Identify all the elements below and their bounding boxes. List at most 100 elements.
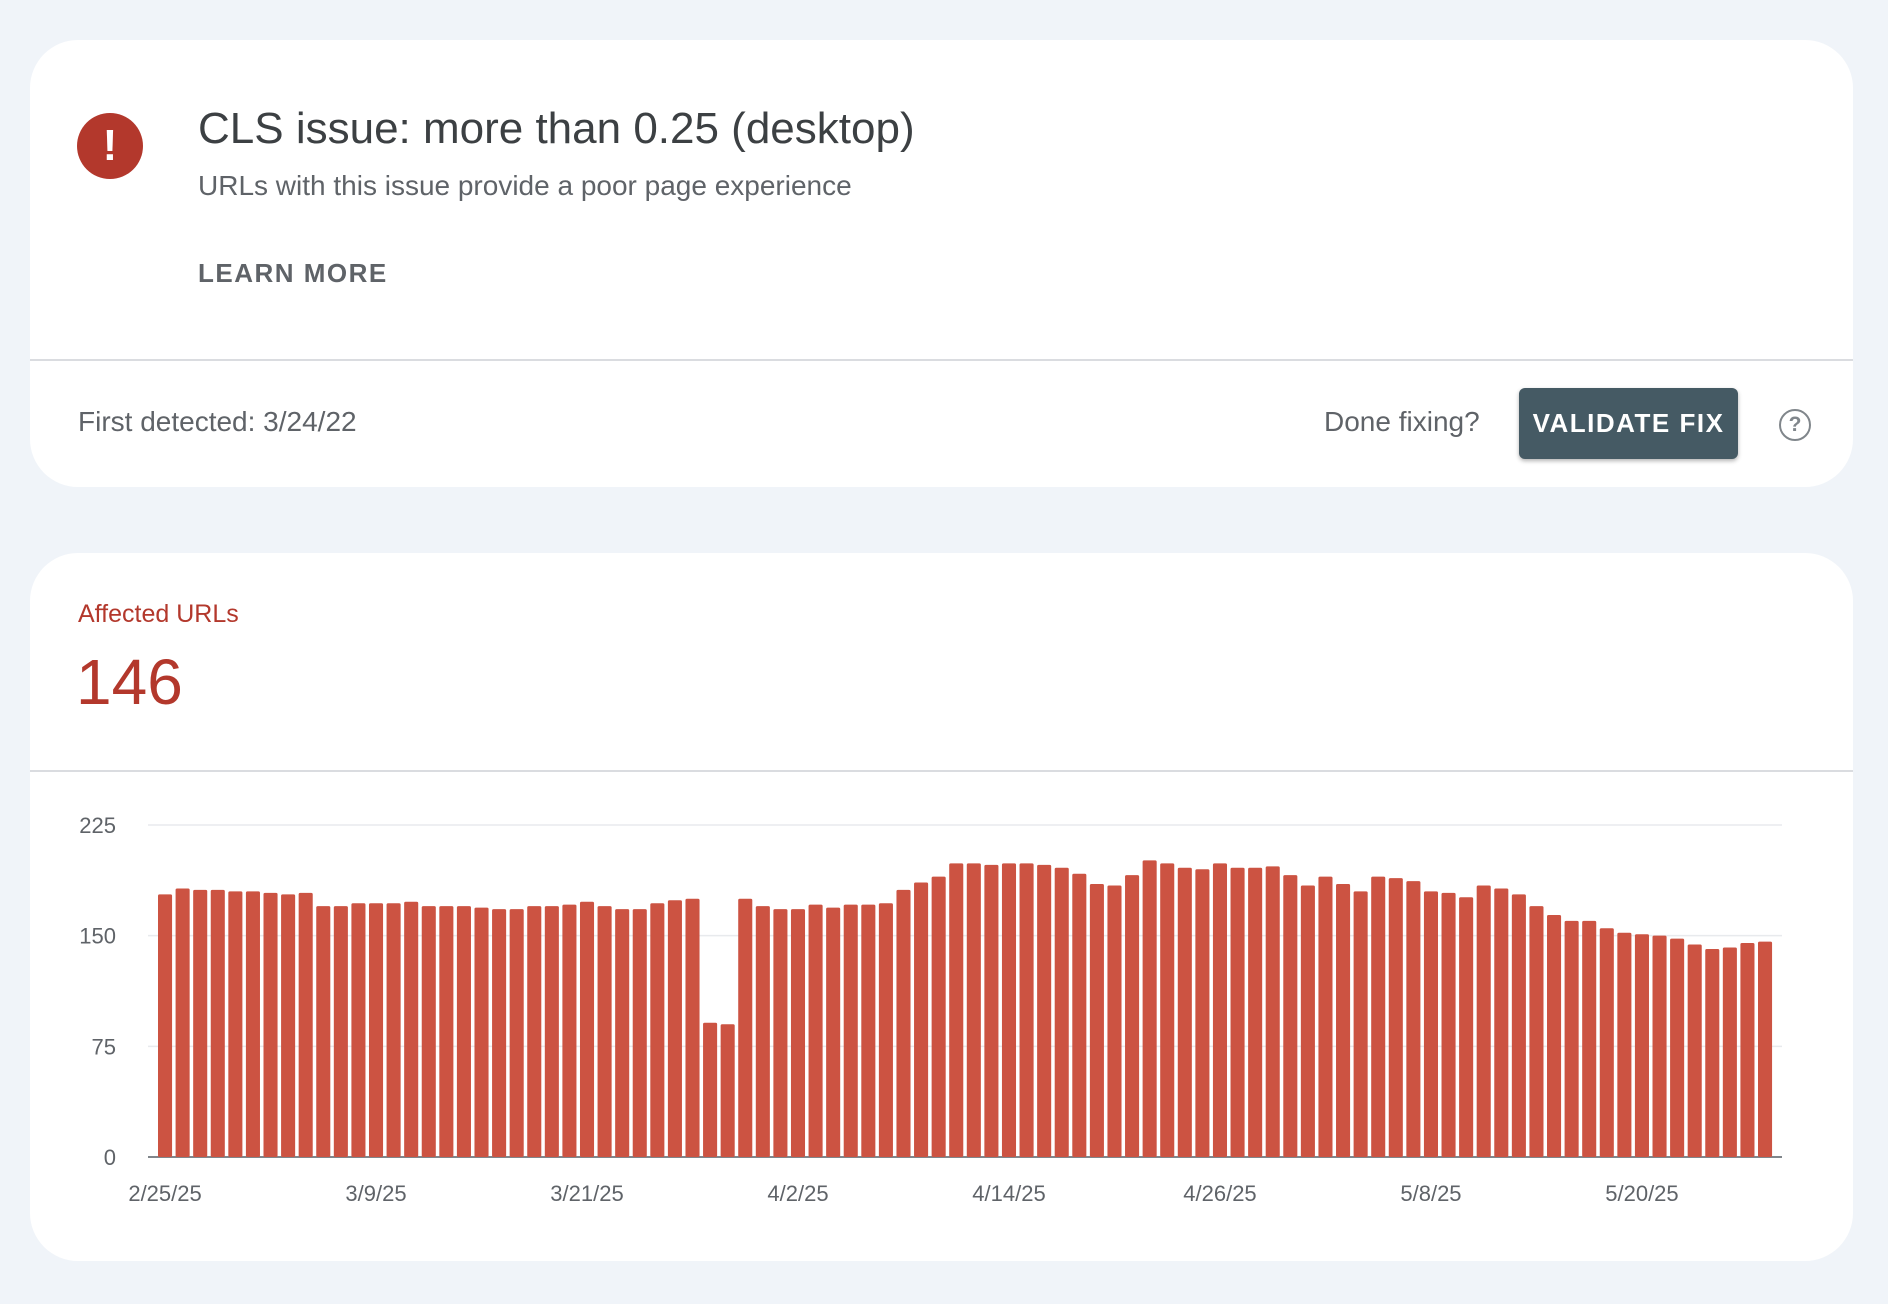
chart-bar[interactable] (1740, 943, 1755, 1157)
chart-bar[interactable] (1652, 935, 1667, 1157)
chart-bar[interactable] (175, 888, 190, 1157)
x-tick-label: 4/2/25 (767, 1181, 828, 1206)
chart-bar[interactable] (755, 906, 770, 1157)
chart-bar[interactable] (1283, 875, 1298, 1157)
chart-bar[interactable] (421, 906, 436, 1157)
chart-bar[interactable] (1459, 897, 1474, 1157)
chart-bar[interactable] (298, 892, 313, 1157)
chart-bar[interactable] (1300, 885, 1315, 1157)
chart-bar[interactable] (720, 1024, 735, 1157)
chart-bar[interactable] (1758, 941, 1773, 1157)
chart-bar[interactable] (703, 1022, 718, 1157)
chart-bar[interactable] (826, 907, 841, 1157)
chart-bar[interactable] (1336, 884, 1351, 1157)
chart-bar[interactable] (1371, 876, 1386, 1157)
chart-bar[interactable] (1476, 885, 1491, 1157)
chart-bar[interactable] (1107, 885, 1122, 1157)
chart-bar[interactable] (685, 898, 700, 1157)
chart-bar[interactable] (263, 892, 278, 1157)
chart-bar[interactable] (667, 900, 682, 1157)
chart-bar[interactable] (808, 904, 823, 1157)
chart-bar[interactable] (368, 903, 384, 1157)
chart-bar[interactable] (386, 903, 401, 1157)
chart-bar[interactable] (843, 904, 858, 1157)
chart-bar[interactable] (1441, 892, 1456, 1157)
chart-bar[interactable] (790, 909, 806, 1157)
chart-bar[interactable] (562, 904, 577, 1157)
chart-bar[interactable] (1001, 863, 1017, 1157)
chart-bar[interactable] (966, 863, 981, 1157)
chart-bar[interactable] (1617, 932, 1632, 1157)
chart-bar[interactable] (509, 909, 524, 1157)
chart-bar[interactable] (474, 907, 489, 1157)
chart-bar[interactable] (1634, 934, 1649, 1157)
chart-bar[interactable] (333, 906, 348, 1157)
chart-bar[interactable] (1019, 863, 1034, 1157)
x-tick-label: 2/25/25 (128, 1181, 201, 1206)
chart-bar[interactable] (1230, 867, 1245, 1157)
chart-bar[interactable] (1582, 920, 1597, 1157)
chart-bar[interactable] (1529, 906, 1544, 1157)
chart-bar[interactable] (773, 909, 788, 1157)
x-tick-label: 3/21/25 (550, 1181, 623, 1206)
chart-bar[interactable] (1705, 948, 1720, 1157)
chart-bar[interactable] (351, 903, 366, 1157)
chart-bar[interactable] (1142, 860, 1157, 1157)
chart-bar[interactable] (1494, 888, 1509, 1157)
chart-bar[interactable] (544, 906, 559, 1157)
chart-bar[interactable] (914, 882, 929, 1157)
chart-bar[interactable] (1687, 944, 1702, 1157)
chart-bar[interactable] (1423, 891, 1438, 1157)
chart-bar[interactable] (1353, 891, 1368, 1157)
chart-bar[interactable] (1388, 878, 1403, 1157)
chart-bar[interactable] (597, 906, 612, 1157)
help-circle-icon[interactable]: ? (1779, 409, 1811, 441)
chart-bar[interactable] (861, 904, 876, 1157)
chart-bar[interactable] (1564, 920, 1579, 1157)
chart-bar[interactable] (1125, 875, 1140, 1157)
chart-bar[interactable] (1670, 938, 1685, 1157)
chart-bar[interactable] (1089, 884, 1104, 1157)
chart-bar[interactable] (1722, 947, 1737, 1157)
chart-bar[interactable] (1037, 864, 1052, 1157)
chart-bar[interactable] (527, 906, 542, 1157)
chart-bar[interactable] (949, 863, 964, 1157)
validate-fix-button[interactable]: VALIDATE FIX (1519, 388, 1738, 459)
chart-bar[interactable] (579, 901, 595, 1157)
chart-bar[interactable] (1318, 876, 1333, 1157)
chart-bar[interactable] (1511, 894, 1526, 1157)
chart-bar[interactable] (1406, 881, 1421, 1157)
chart-bar[interactable] (1072, 873, 1087, 1157)
chart-bar[interactable] (632, 909, 647, 1157)
chart-bar[interactable] (210, 889, 225, 1157)
chart-bar[interactable] (228, 891, 243, 1157)
learn-more-link[interactable]: LEARN MORE (198, 258, 388, 289)
chart-bar[interactable] (1177, 867, 1192, 1157)
chart-bar[interactable] (1212, 863, 1228, 1157)
chart-bar[interactable] (896, 889, 911, 1157)
chart-bar[interactable] (404, 901, 419, 1157)
chart-bar[interactable] (492, 909, 507, 1157)
chart-bar[interactable] (738, 898, 753, 1157)
chart-bar[interactable] (281, 894, 296, 1157)
chart-bar[interactable] (245, 891, 260, 1157)
chart-bar[interactable] (1599, 928, 1614, 1157)
chart-bar[interactable] (984, 864, 999, 1157)
chart-bar[interactable] (1265, 866, 1280, 1157)
chart-bar[interactable] (1195, 869, 1210, 1157)
chart-bar[interactable] (931, 876, 946, 1157)
chart-bar[interactable] (878, 903, 893, 1157)
chart-bar[interactable] (1054, 867, 1069, 1157)
chart-bar[interactable] (193, 889, 208, 1157)
chart-bar[interactable] (1547, 915, 1562, 1157)
chart-bar[interactable] (158, 894, 173, 1157)
chart-bar[interactable] (456, 906, 471, 1157)
issue-subtitle: URLs with this issue provide a poor page… (198, 170, 852, 201)
chart-bar[interactable] (650, 903, 665, 1157)
chart-bar[interactable] (316, 906, 331, 1157)
chart-bar[interactable] (1160, 863, 1175, 1157)
chart-bar[interactable] (439, 906, 454, 1157)
affected-urls-card: Affected URLs 146 225 150 75 0 2/25/25 3/9/25… (30, 553, 1853, 1261)
chart-bar[interactable] (1248, 867, 1263, 1157)
chart-bar[interactable] (615, 909, 630, 1157)
